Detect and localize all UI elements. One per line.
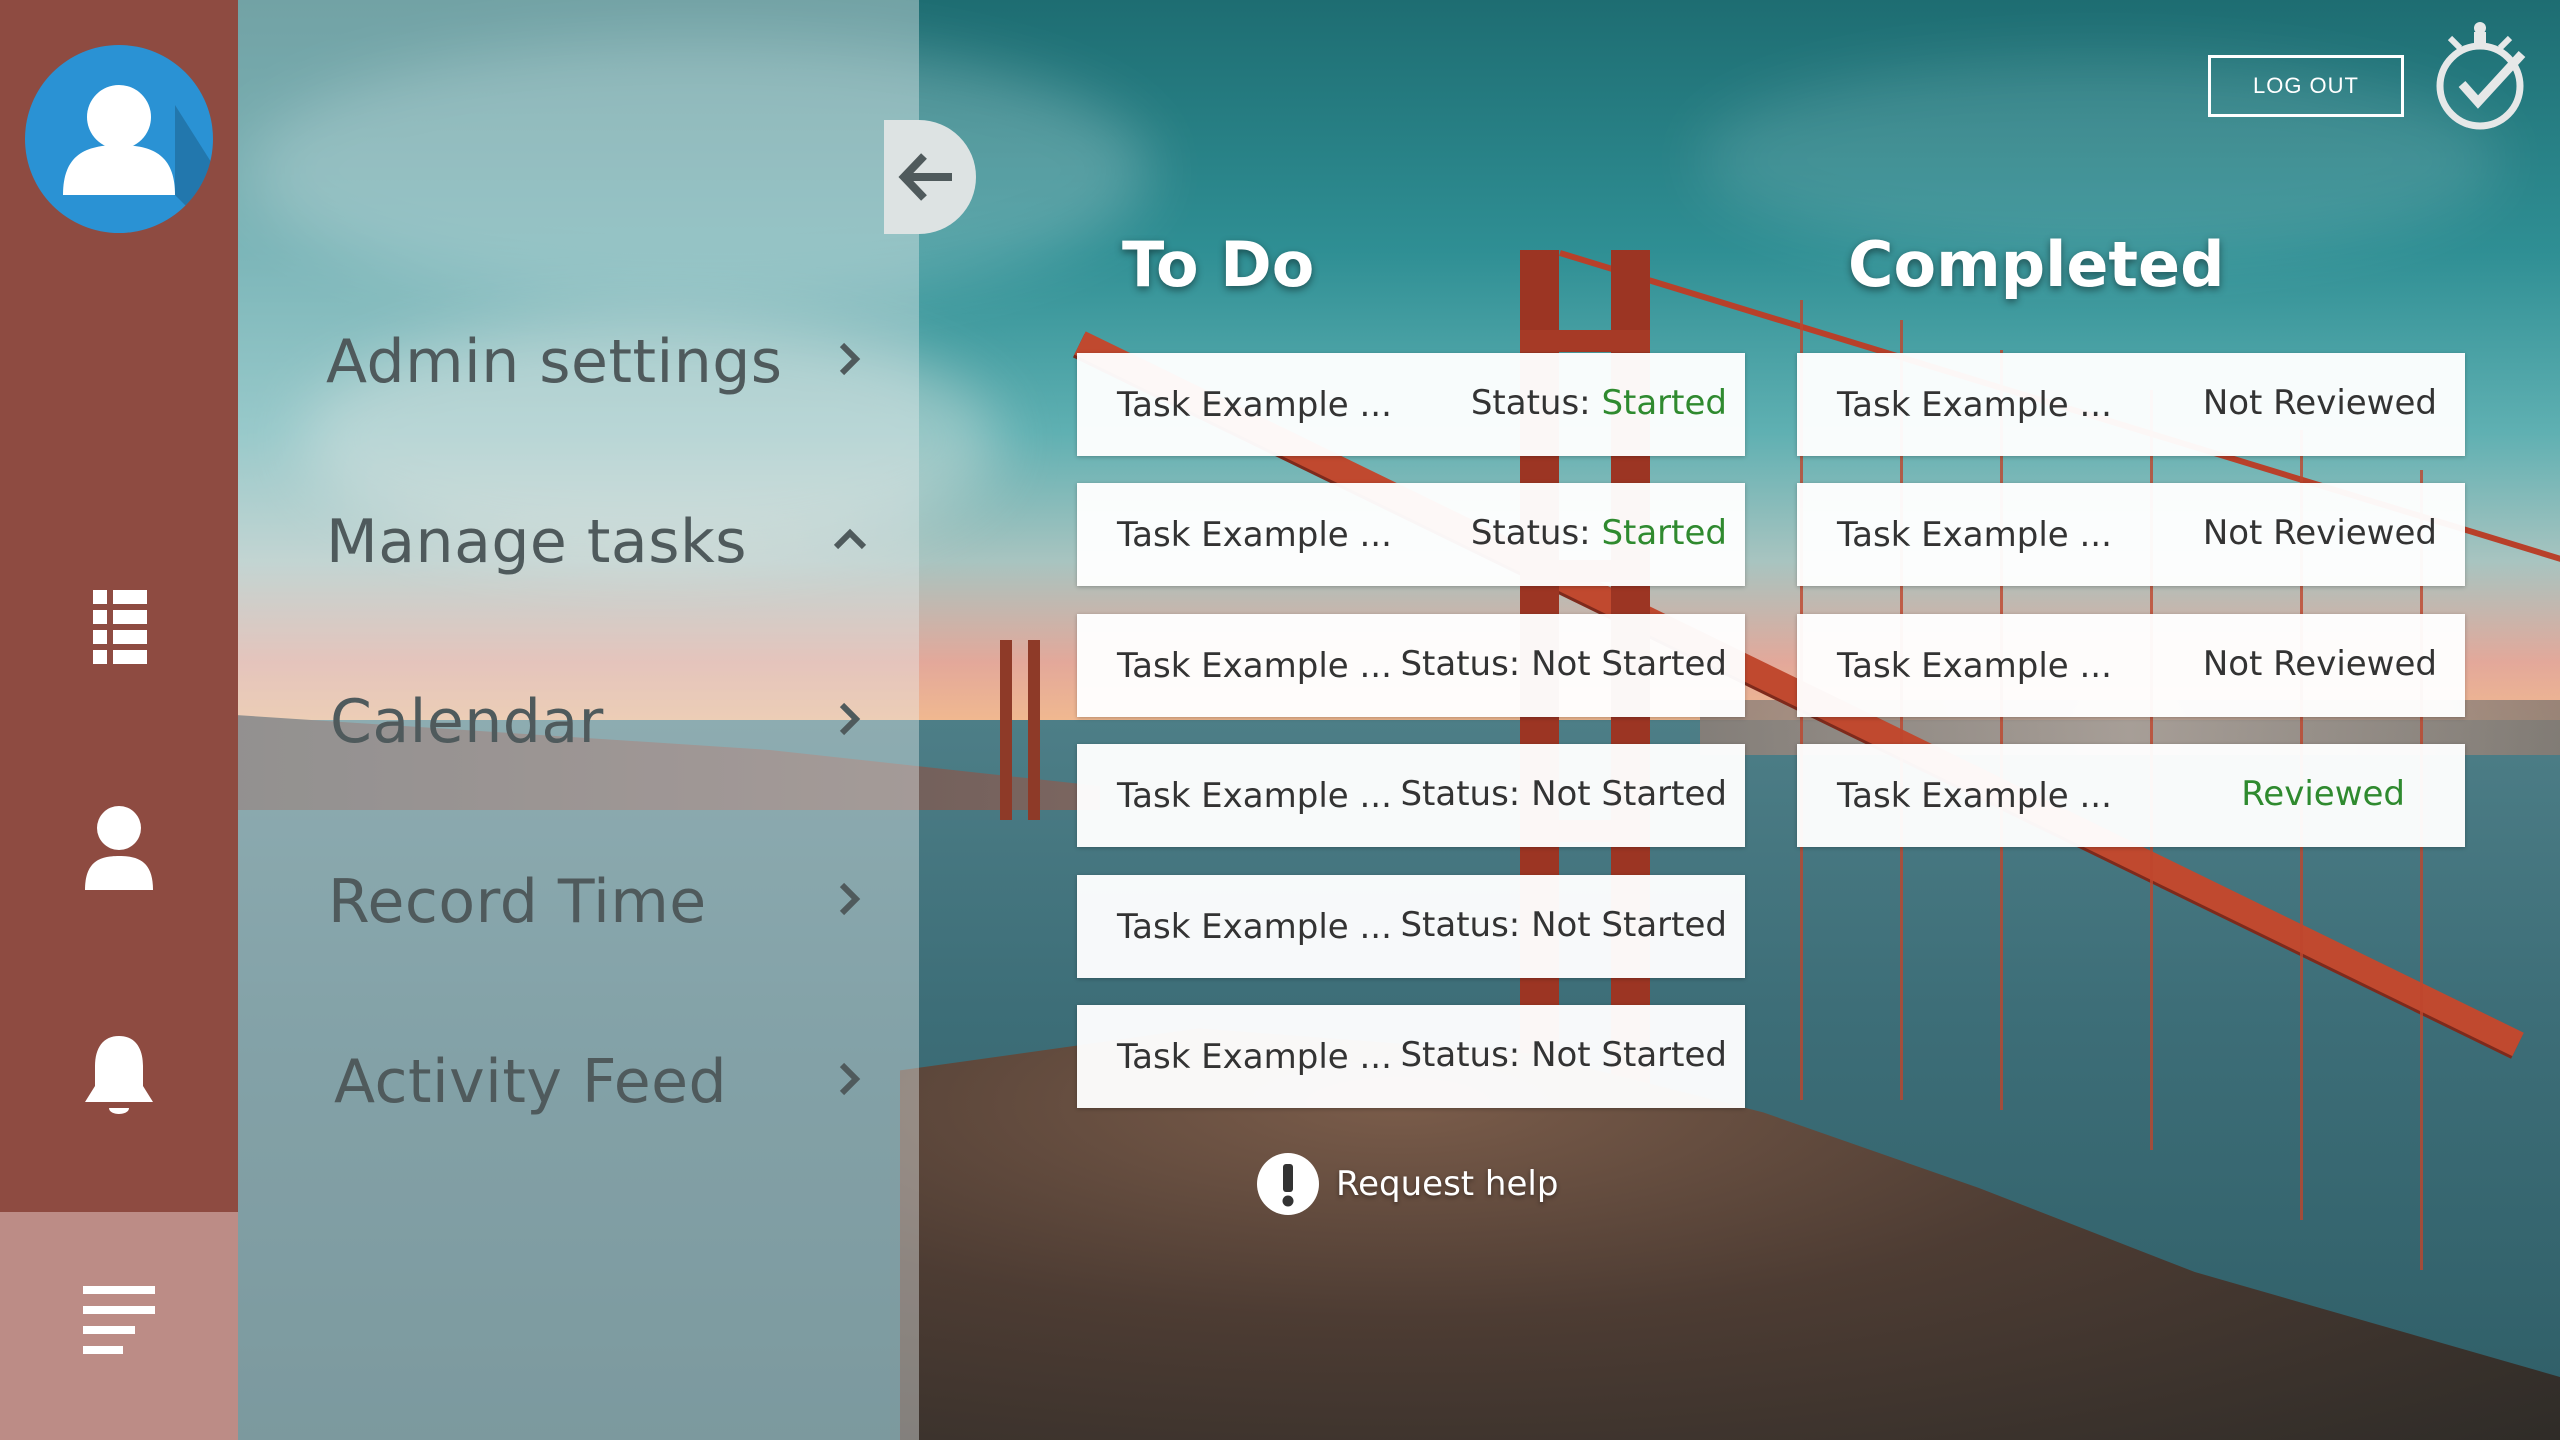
menu-lines-icon — [79, 1272, 159, 1362]
task-status-prefix: Status: — [1470, 383, 1602, 423]
completed-column-title: Completed — [1848, 228, 2225, 301]
task-status-value: Not Started — [1531, 1035, 1727, 1075]
list-icon[interactable] — [79, 580, 159, 670]
bell-icon[interactable] — [79, 1030, 159, 1120]
task-status-prefix: Status: — [1400, 905, 1532, 945]
todo-task-card[interactable]: Task Example ... Status: Not Started — [1077, 1005, 1745, 1108]
task-status-value: Not Started — [1531, 905, 1727, 945]
todo-task-card[interactable]: Task Example ... Status: Not Started — [1077, 744, 1745, 847]
task-status-prefix: Status: — [1400, 774, 1532, 814]
menu-item-label: Manage tasks — [326, 507, 747, 577]
completed-task-card[interactable]: Task Example ... Not Reviewed — [1797, 614, 2465, 717]
task-status-value: Not Started — [1531, 644, 1727, 684]
chevron-right-icon — [830, 879, 870, 919]
bridge-tower-bar — [1520, 330, 1650, 352]
chevron-right-icon — [830, 1059, 870, 1099]
icon-rail — [0, 0, 238, 1440]
review-status: Not Reviewed — [2202, 513, 2437, 553]
menu-item-label: Admin settings — [326, 327, 783, 397]
task-name: Task Example ... — [1837, 776, 2112, 816]
completed-task-card[interactable]: Task Example ... Not Reviewed — [1797, 353, 2465, 456]
menu-item-activity-feed[interactable]: Activity Feed — [238, 1025, 919, 1135]
task-status-value: Not Started — [1531, 774, 1727, 814]
task-status: Status: Started — [1471, 383, 1727, 423]
menu-item-label: Record Time — [328, 867, 707, 937]
request-help-label: Request help — [1336, 1164, 1559, 1204]
user-avatar-icon[interactable] — [25, 45, 213, 233]
chevron-right-icon — [830, 699, 870, 739]
task-status: Status: Started — [1471, 513, 1727, 553]
menu-item-calendar[interactable]: Calendar — [238, 665, 919, 775]
bridge-hanger — [2420, 470, 2423, 1270]
todo-task-card[interactable]: Task Example ... Status: Not Started — [1077, 614, 1745, 717]
todo-column-title: To Do — [1122, 228, 1315, 301]
logout-button[interactable]: LOG OUT — [2208, 55, 2404, 117]
task-name: Task Example ... — [1117, 1037, 1392, 1077]
person-icon[interactable] — [79, 800, 159, 890]
task-name: Task Example ... — [1117, 776, 1392, 816]
arrow-left-icon — [898, 153, 952, 201]
task-status: Status: Not Started — [1400, 1035, 1727, 1075]
menu-item-admin-settings[interactable]: Admin settings — [238, 305, 919, 415]
review-status: Reviewed — [2241, 774, 2405, 814]
task-name: Task Example ... — [1837, 385, 2112, 425]
todo-task-card[interactable]: Task Example ... Status: Started — [1077, 483, 1745, 586]
task-name: Task Example ... — [1117, 907, 1392, 947]
menu-item-record-time[interactable]: Record Time — [238, 845, 919, 955]
menu-toggle-button[interactable] — [0, 1212, 238, 1440]
task-name: Task Example ... — [1117, 515, 1392, 555]
review-status: Not Reviewed — [2202, 383, 2437, 423]
completed-task-card[interactable]: Task Example ... Not Reviewed — [1797, 483, 2465, 586]
task-status: Status: Not Started — [1400, 905, 1727, 945]
bridge-far-tower — [1000, 640, 1040, 820]
menu-item-label: Activity Feed — [334, 1047, 728, 1117]
review-status: Not Reviewed — [2202, 644, 2437, 684]
todo-task-card[interactable]: Task Example ... Status: Started — [1077, 353, 1745, 456]
task-name: Task Example ... — [1837, 515, 2112, 555]
menu-item-label: Calendar — [330, 687, 604, 757]
app-logo-icon — [2430, 20, 2530, 132]
chevron-right-icon — [830, 339, 870, 379]
task-status-value: Started — [1601, 383, 1727, 423]
task-name: Task Example ... — [1837, 646, 2112, 686]
menu-item-manage-tasks[interactable]: Manage tasks — [238, 485, 919, 595]
alert-icon — [1256, 1152, 1320, 1216]
chevron-up-icon — [830, 519, 870, 559]
bridge-hanger — [2000, 350, 2003, 1110]
task-status-prefix: Status: — [1470, 513, 1602, 553]
completed-task-card[interactable]: Task Example ... Reviewed — [1797, 744, 2465, 847]
task-status-prefix: Status: — [1400, 1035, 1532, 1075]
task-status: Status: Not Started — [1400, 644, 1727, 684]
task-name: Task Example ... — [1117, 646, 1392, 686]
task-status-value: Started — [1601, 513, 1727, 553]
side-menu: Admin settings Manage tasks Calendar Rec… — [238, 0, 919, 1440]
task-status: Status: Not Started — [1400, 774, 1727, 814]
task-name: Task Example ... — [1117, 385, 1392, 425]
todo-task-card[interactable]: Task Example ... Status: Not Started — [1077, 875, 1745, 978]
task-status-prefix: Status: — [1400, 644, 1532, 684]
